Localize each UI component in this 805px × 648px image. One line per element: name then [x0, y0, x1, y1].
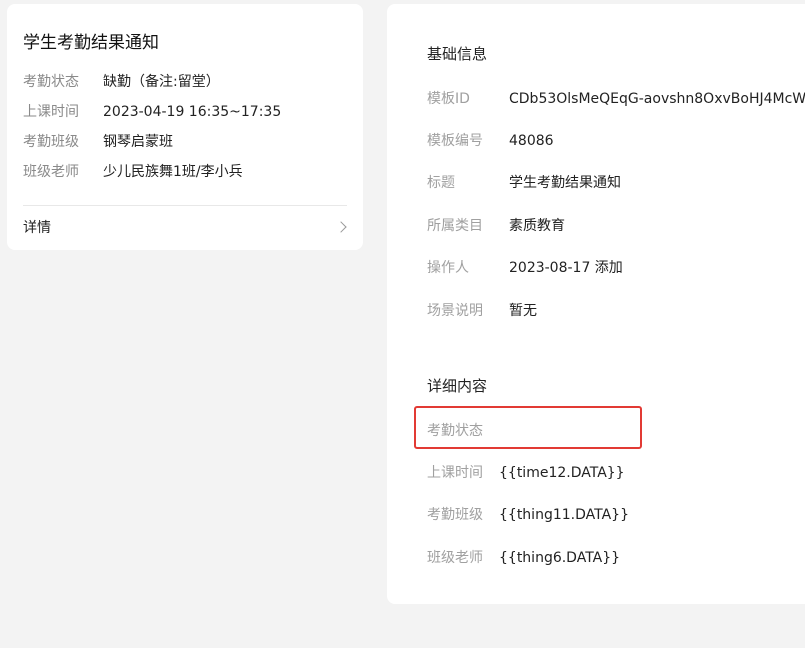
preview-row-value: 钢琴启蒙班	[103, 134, 173, 150]
detail-row-teacher: 班级老师 {{thing6.DATA}}	[427, 548, 620, 568]
detail-row-value: {{thing6.DATA}}	[499, 550, 621, 566]
detail-content-title: 详细内容	[427, 377, 488, 395]
info-row-value: 48086	[509, 133, 554, 149]
preview-row-value: 少儿民族舞1班/李小兵	[103, 164, 243, 180]
info-row-label: 操作人	[427, 260, 469, 276]
preview-row-class-time: 上课时间 2023-04-19 16:35~17:35	[23, 102, 281, 122]
info-row-label: 所属类目	[427, 218, 483, 234]
detail-row-class-name: 考勤班级 {{thing11.DATA}}	[427, 505, 629, 525]
info-row-value: 学生考勤结果通知	[509, 175, 621, 191]
detail-row-class-time: 上课时间 {{time12.DATA}}	[427, 463, 625, 483]
info-row-category: 所属类目 素质教育	[427, 216, 565, 236]
info-row-value: CDb53OlsMeQEqG-aovshn8OxvBoHJ4McWM	[509, 91, 805, 107]
info-row-value: 暂无	[509, 303, 537, 319]
info-row-title: 标题 学生考勤结果通知	[427, 173, 621, 193]
info-row-label: 标题	[427, 175, 455, 191]
info-row-label: 模板编号	[427, 133, 483, 149]
info-row-label: 场景说明	[427, 303, 483, 319]
detail-row-label: 考勤状态	[427, 423, 483, 439]
info-row-label: 模板ID	[427, 91, 470, 107]
preview-row-label: 考勤班级	[23, 134, 79, 150]
detail-row-label: 考勤班级	[427, 507, 483, 523]
template-preview-card: 学生考勤结果通知 考勤状态 缺勤（备注:留堂） 上课时间 2023-04-19 16…	[7, 4, 363, 250]
detail-link-label: 详情	[23, 220, 51, 236]
preview-title: 学生考勤结果通知	[23, 33, 159, 53]
info-row-value: 素质教育	[509, 218, 565, 234]
detail-row-attendance-status: 考勤状态	[427, 421, 499, 441]
detail-row-label: 班级老师	[427, 550, 483, 566]
info-row-template-id: 模板ID CDb53OlsMeQEqG-aovshn8OxvBoHJ4McWM	[427, 89, 805, 109]
info-row-template-number: 模板编号 48086	[427, 131, 554, 151]
preview-row-value: 缺勤（备注:留堂）	[103, 74, 220, 90]
divider	[23, 205, 347, 206]
preview-row-teacher: 班级老师 少儿民族舞1班/李小兵	[23, 162, 243, 182]
preview-row-attendance-status: 考勤状态 缺勤（备注:留堂）	[23, 72, 220, 92]
preview-row-label: 上课时间	[23, 104, 79, 120]
preview-row-label: 班级老师	[23, 164, 79, 180]
preview-row-class-name: 考勤班级 钢琴启蒙班	[23, 132, 173, 152]
info-row-value: 2023-08-17 添加	[509, 260, 623, 276]
preview-row-value: 2023-04-19 16:35~17:35	[103, 104, 282, 120]
basic-info-title: 基础信息	[427, 45, 488, 63]
preview-row-label: 考勤状态	[23, 74, 79, 90]
detail-link[interactable]: 详情	[23, 218, 347, 238]
info-row-scene-description: 场景说明 暂无	[427, 301, 537, 321]
chevron-right-icon	[335, 221, 347, 233]
template-info-panel: 基础信息 模板ID CDb53OlsMeQEqG-aovshn8OxvBoHJ4M…	[387, 4, 805, 604]
detail-row-label: 上课时间	[427, 465, 483, 481]
detail-row-value: {{time12.DATA}}	[499, 465, 625, 481]
info-row-operator: 操作人 2023-08-17 添加	[427, 258, 623, 278]
detail-row-value: {{thing11.DATA}}	[499, 507, 629, 523]
